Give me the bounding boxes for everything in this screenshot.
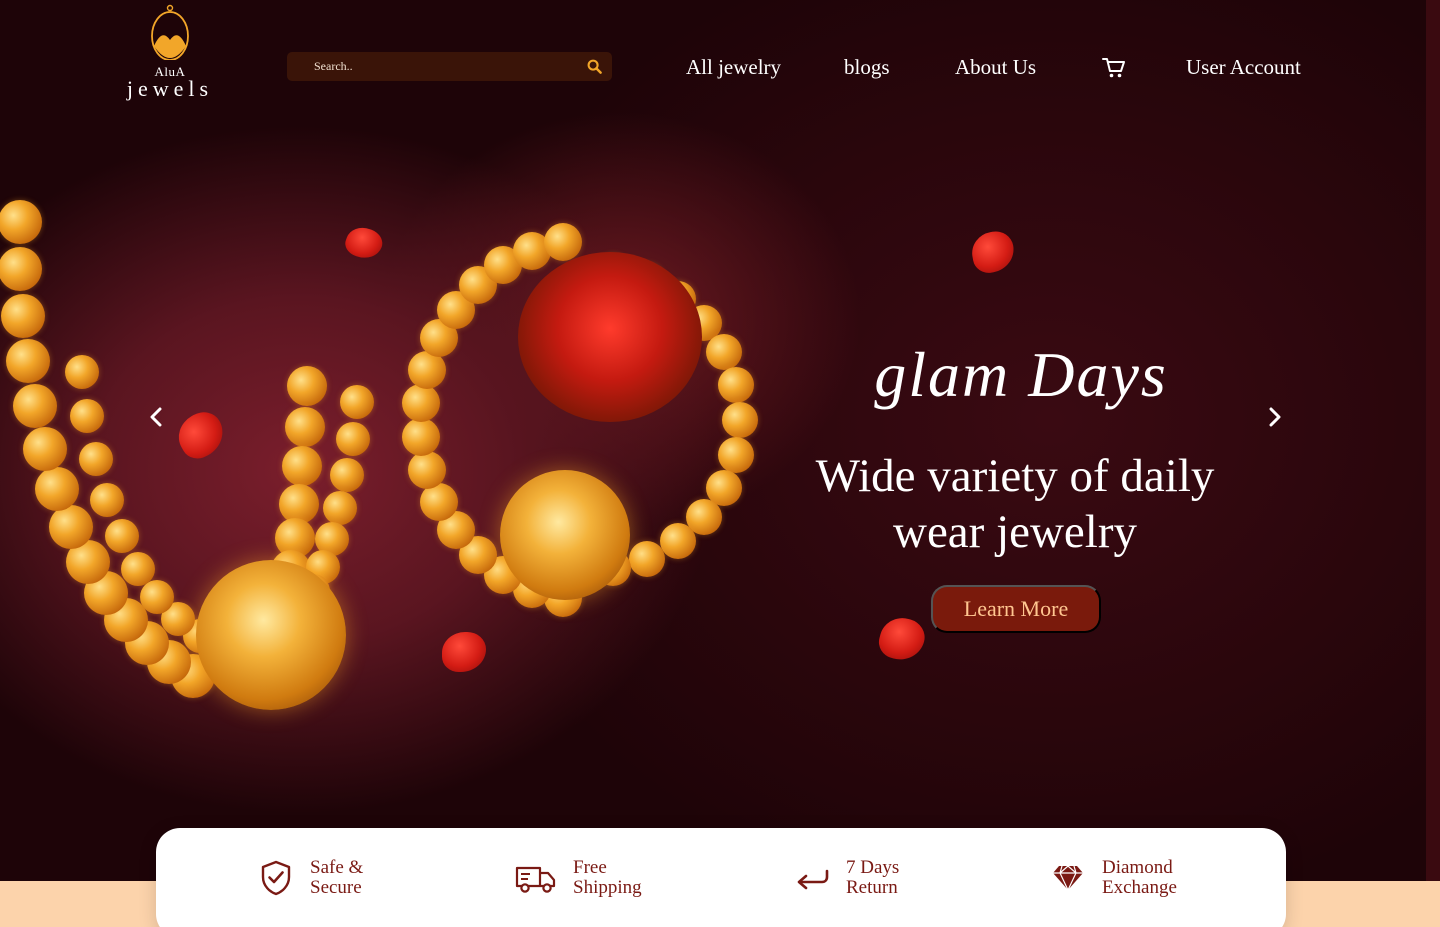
logo-text-big: jewels [126, 76, 214, 101]
necklace-bead [705, 333, 742, 370]
carousel-prev-icon[interactable] [145, 406, 167, 428]
rose-petal [875, 613, 929, 665]
necklace-bead [407, 451, 446, 490]
hero-script-title-text: glam Days [874, 339, 1168, 410]
necklace-bead [717, 437, 754, 474]
hero-edge [1426, 0, 1440, 881]
feature-label-line2: Exchange [1102, 877, 1177, 898]
necklace-bead [722, 402, 758, 438]
necklace-pendant [500, 470, 630, 600]
search-icon[interactable] [586, 59, 602, 75]
cart-icon[interactable] [1102, 57, 1126, 79]
rose-bowl-image [518, 252, 702, 422]
rose-petal [968, 228, 1018, 276]
nav-about-us[interactable]: About Us [955, 55, 1036, 80]
necklace-bead [401, 417, 440, 456]
necklace-bead [401, 384, 440, 423]
feature-label-line2: Shipping [573, 877, 642, 898]
feature-free-shipping: Free Shipping [513, 858, 683, 898]
search-bar [287, 52, 612, 81]
search-input[interactable] [314, 59, 586, 74]
carousel-next-icon[interactable] [1264, 406, 1286, 428]
feature-diamond-exchange: Diamond Exchange [1048, 858, 1212, 898]
truck-icon [513, 858, 559, 898]
necklace-bead [660, 523, 697, 560]
logo-mark-icon [151, 4, 189, 60]
feature-label-line2: Secure [310, 877, 362, 898]
brand-logo[interactable]: AluA jewels [120, 4, 220, 102]
feature-safe-secure: Safe & Secure [256, 858, 420, 898]
necklace-bead [544, 223, 583, 262]
learn-more-button[interactable]: Learn More [931, 585, 1101, 633]
nav-blogs[interactable]: blogs [844, 55, 890, 80]
feature-label-line2: Return [846, 877, 898, 898]
nav-user-account[interactable]: User Account [1186, 55, 1301, 80]
features-panel: Safe & Secure Free Shipping 7 Days Retur… [156, 828, 1286, 927]
hero-heading-line2: wear jewelry [893, 506, 1137, 558]
hero-heading: Wide variety of daily wear jewelry [790, 448, 1240, 560]
return-arrow-icon [792, 858, 832, 898]
feature-7-days-return: 7 Days Return [792, 858, 956, 898]
feature-label-line1: Safe & [310, 857, 364, 878]
necklace-bead [717, 366, 754, 403]
nav-all-jewelry[interactable]: All jewelry [686, 55, 781, 80]
hero-banner: AluA jewels All jewelry blogs About Us U… [0, 0, 1440, 881]
shield-check-icon [256, 858, 296, 898]
diamond-icon [1048, 858, 1088, 898]
feature-label-line1: Diamond [1102, 857, 1173, 878]
hero-script-title: glam Days [874, 339, 1168, 410]
feature-label-line1: Free [573, 857, 607, 878]
feature-label-line1: 7 Days [846, 857, 900, 878]
necklace-bead [629, 540, 666, 577]
hero-heading-line1: Wide variety of daily [815, 450, 1215, 502]
